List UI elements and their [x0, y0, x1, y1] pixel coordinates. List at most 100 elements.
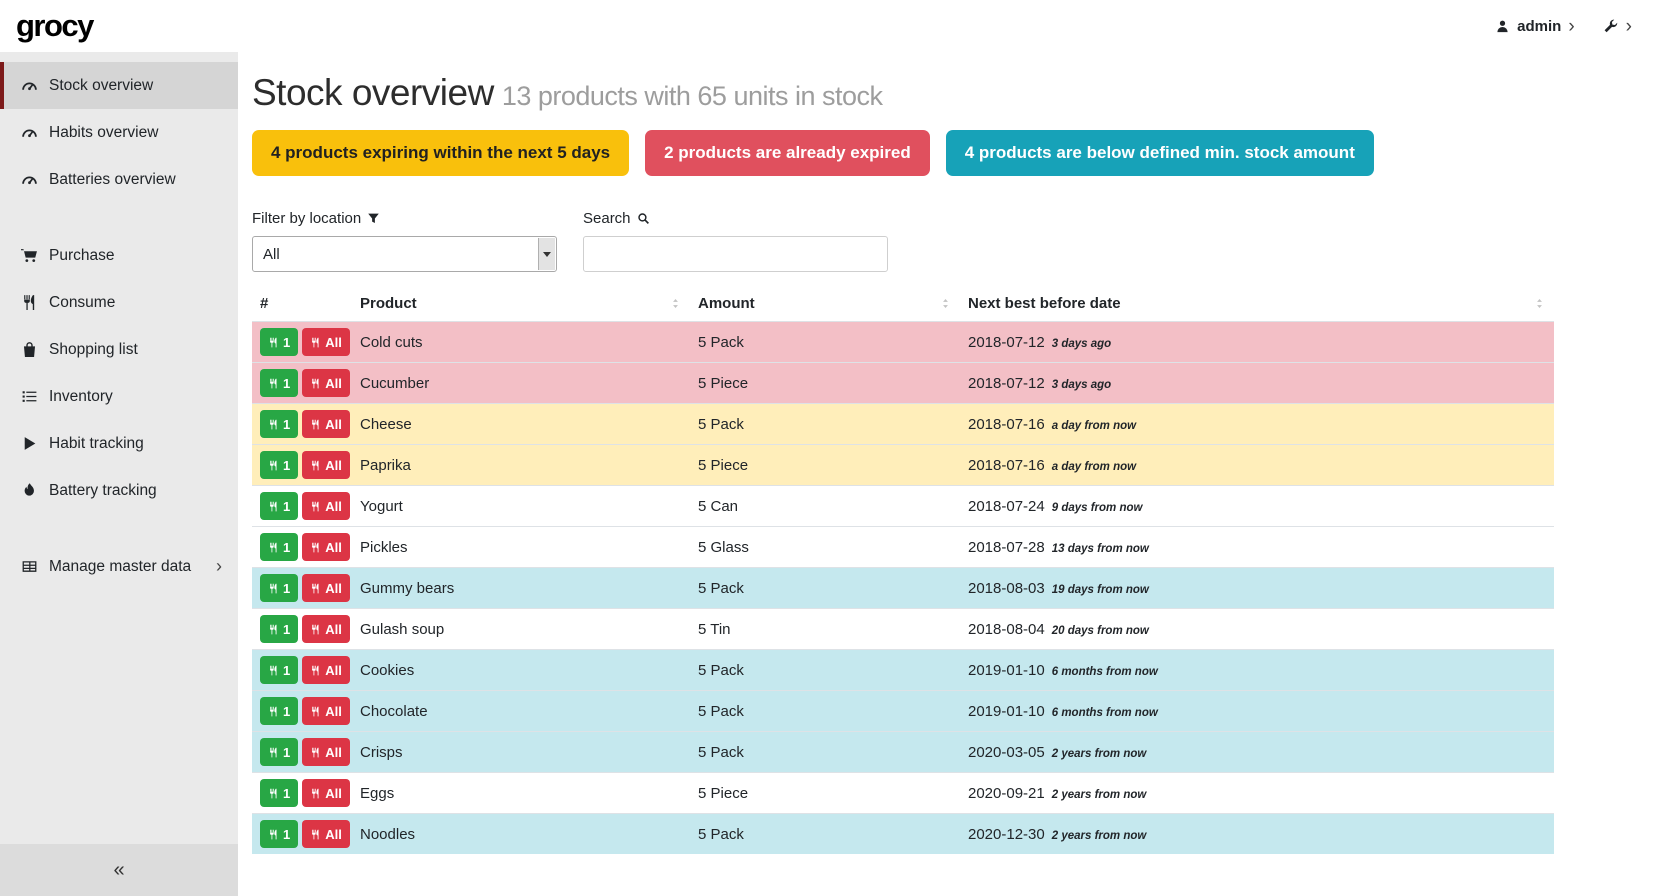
best-before-date: 2018-07-16a day from now	[960, 445, 1554, 486]
utensils-icon	[310, 665, 321, 676]
consume-one-button[interactable]: 1	[260, 697, 298, 725]
column-header-next-best-before-date[interactable]: Next best before date	[960, 286, 1554, 322]
consume-all-button[interactable]: All	[302, 697, 350, 725]
consume-all-button[interactable]: All	[302, 451, 350, 479]
consume-all-button[interactable]: All	[302, 820, 350, 848]
column-header-product[interactable]: Product	[352, 286, 690, 322]
expired-badge[interactable]: 2 products are already expired	[645, 130, 930, 176]
product-name: Cheese	[352, 404, 690, 445]
expiring-soon-badge[interactable]: 4 products expiring within the next 5 da…	[252, 130, 629, 176]
user-menu[interactable]: admin ›	[1495, 17, 1575, 36]
location-select-value: All	[263, 246, 280, 263]
utensils-icon	[310, 624, 321, 635]
select-dropdown-button[interactable]	[538, 238, 555, 270]
consume-one-button[interactable]: 1	[260, 492, 298, 520]
status-badges: 4 products expiring within the next 5 da…	[252, 130, 1554, 176]
dashboard-icon	[21, 171, 38, 188]
button-label: All	[325, 663, 342, 678]
amount: 5 Glass	[690, 527, 960, 568]
consume-one-button[interactable]: 1	[260, 369, 298, 397]
date-value: 2020-12-30	[968, 826, 1045, 843]
page-heading: Stock overview13 products with 65 units …	[252, 72, 1554, 114]
sidebar-item-battery-tracking[interactable]: Battery tracking	[0, 467, 238, 514]
app-logo[interactable]: grocy	[16, 8, 93, 44]
row-actions-cell: 1 All	[252, 691, 352, 732]
consume-all-button[interactable]: All	[302, 533, 350, 561]
amount: 5 Piece	[690, 363, 960, 404]
consume-all-button[interactable]: All	[302, 615, 350, 643]
stock-row: 1AllYogurt5 Can2018-07-249 days from now	[252, 486, 1554, 527]
consume-all-button[interactable]: All	[302, 656, 350, 684]
button-label: All	[325, 786, 342, 801]
sidebar-item-batteries-overview[interactable]: Batteries overview	[0, 156, 238, 203]
sort-icon[interactable]	[669, 297, 682, 310]
button-label: All	[325, 745, 342, 760]
consume-one-button[interactable]: 1	[260, 656, 298, 684]
top-header: grocy admin › ›	[0, 0, 1658, 52]
search-input[interactable]	[583, 236, 888, 272]
consume-all-button[interactable]: All	[302, 574, 350, 602]
button-label: All	[325, 827, 342, 842]
consume-one-button[interactable]: 1	[260, 738, 298, 766]
utensils-icon	[268, 583, 279, 594]
consume-all-button[interactable]: All	[302, 328, 350, 356]
button-label: All	[325, 704, 342, 719]
button-label: 1	[283, 417, 290, 432]
consume-all-button[interactable]: All	[302, 410, 350, 438]
consume-one-button[interactable]: 1	[260, 820, 298, 848]
consume-all-button[interactable]: All	[302, 492, 350, 520]
consume-one-button[interactable]: 1	[260, 574, 298, 602]
sort-icon[interactable]	[939, 297, 952, 310]
button-label: All	[325, 622, 342, 637]
utensils-icon	[310, 788, 321, 799]
consume-one-button[interactable]: 1	[260, 615, 298, 643]
funnel-icon	[367, 212, 380, 225]
sidebar-item-consume[interactable]: Consume	[0, 279, 238, 326]
utensils-icon	[268, 378, 279, 389]
utensils-icon	[310, 706, 321, 717]
row-actions-cell: 1All	[252, 322, 352, 363]
consume-one-button[interactable]: 1	[260, 410, 298, 438]
consume-all-button[interactable]: All	[302, 738, 350, 766]
utensils-icon	[310, 378, 321, 389]
sidebar-item-habits-overview[interactable]: Habits overview	[0, 109, 238, 156]
dashboard-icon	[21, 124, 38, 141]
sidebar-collapse-button[interactable]: «	[0, 844, 238, 896]
row-actions-cell: 1 All	[252, 650, 352, 691]
row-actions: 1 All	[260, 738, 344, 766]
product-name: Chocolate	[352, 691, 690, 732]
stock-row: 1AllPaprika5 Piece2018-07-16a day from n…	[252, 445, 1554, 486]
stock-row: 1AllPickles5 Glass2018-07-2813 days from…	[252, 527, 1554, 568]
utensils-icon	[268, 542, 279, 553]
consume-one-button[interactable]: 1	[260, 451, 298, 479]
row-actions: 1All	[260, 451, 344, 479]
row-actions-cell: 1 All	[252, 527, 352, 568]
sidebar-item-purchase[interactable]: Purchase	[0, 232, 238, 279]
sort-icon[interactable]	[1533, 297, 1546, 310]
column-header-amount[interactable]: Amount	[690, 286, 960, 322]
sidebar: Stock overviewHabits overviewBatteries o…	[0, 52, 238, 896]
sidebar-item-habit-tracking[interactable]: Habit tracking	[0, 420, 238, 467]
consume-all-button[interactable]: All	[302, 369, 350, 397]
consume-all-button[interactable]: All	[302, 779, 350, 807]
sidebar-item-inventory[interactable]: Inventory	[0, 373, 238, 420]
below-min-stock-badge[interactable]: 4 products are below defined min. stock …	[946, 130, 1374, 176]
settings-menu[interactable]: ›	[1603, 17, 1632, 36]
consume-one-button[interactable]: 1	[260, 328, 298, 356]
sidebar-item-manage-master-data[interactable]: Manage master data›	[0, 543, 238, 590]
product-name: Crisps	[352, 732, 690, 773]
amount: 5 Pack	[690, 404, 960, 445]
sidebar-item-label: Consume	[49, 294, 222, 312]
consume-one-button[interactable]: 1	[260, 779, 298, 807]
button-label: 1	[283, 581, 290, 596]
date-relative-note: 9 days from now	[1052, 502, 1143, 514]
consume-one-button[interactable]: 1	[260, 533, 298, 561]
stock-row: 1AllGummy bears5 Pack2018-08-0319 days f…	[252, 568, 1554, 609]
button-label: 1	[283, 540, 290, 555]
sidebar-item-shopping-list[interactable]: Shopping list	[0, 326, 238, 373]
sidebar-item-label: Manage master data	[49, 558, 205, 576]
location-select[interactable]: All	[252, 236, 557, 272]
stock-table: #ProductAmountNext best before date 1All…	[252, 286, 1554, 854]
date-value: 2019-01-10	[968, 662, 1045, 679]
sidebar-item-stock-overview[interactable]: Stock overview	[0, 62, 238, 109]
